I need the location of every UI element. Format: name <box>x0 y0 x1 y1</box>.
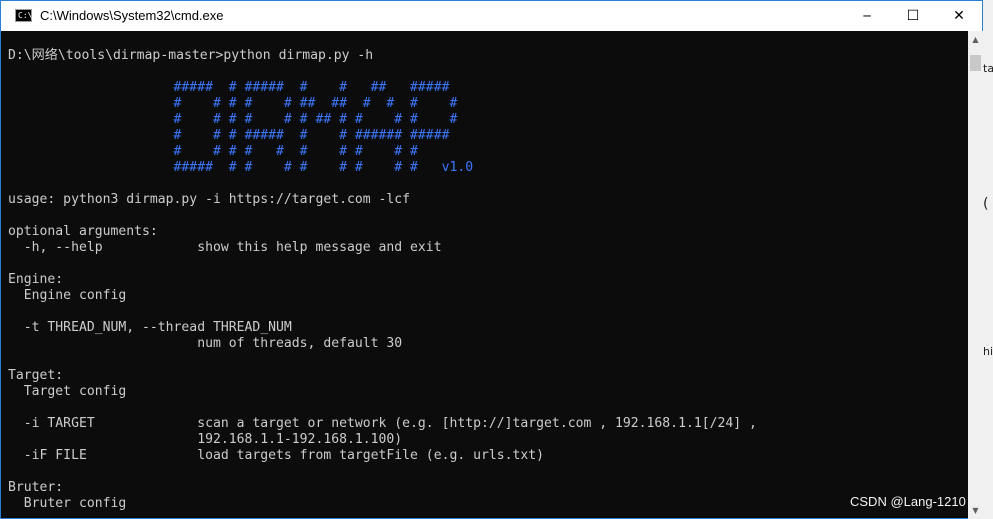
cmd-icon-glyph: C:\ <box>18 11 33 20</box>
banner-line: # # # # # # # # # # <box>8 144 418 159</box>
console-line: Target: <box>8 368 64 383</box>
banner-line: ##### # ##### # # ## ##### <box>8 80 450 95</box>
banner-line: # # # ##### # # ###### ##### <box>8 128 450 143</box>
console-line: Engine: <box>8 272 64 287</box>
vertical-scrollbar[interactable]: ▲ ▼ <box>968 31 983 519</box>
console-line: usage: python3 dirmap.py -i https://targ… <box>8 192 411 207</box>
console-line: Engine config <box>8 288 127 303</box>
csdn-watermark: CSDN @Lang-1210 <box>850 494 966 509</box>
console-output[interactable]: D:\网络\tools\dirmap-master>python dirmap.… <box>8 31 968 519</box>
console-line: -t THREAD_NUM, --thread THREAD_NUM <box>8 320 292 335</box>
background-glyph: ( <box>983 196 989 212</box>
maximize-icon: ☐ <box>906 8 920 24</box>
console-line: Bruter config <box>8 496 127 511</box>
window-title: C:\Windows\System32\cmd.exe <box>40 8 224 23</box>
close-icon: ✕ <box>953 8 965 24</box>
banner-line: # # # # # ## ## # # # # <box>8 96 458 111</box>
console-line: 192.168.1.1-192.168.1.100) <box>8 432 403 447</box>
minimize-icon: ─ <box>863 9 871 23</box>
console-line: Target config <box>8 384 127 399</box>
cmd-window[interactable]: C:\ C:\Windows\System32\cmd.exe ─ ☐ ✕ D:… <box>0 0 983 519</box>
close-button[interactable]: ✕ <box>936 1 982 31</box>
console-line: optional arguments: <box>8 224 158 239</box>
chevron-down-icon: ▼ <box>972 506 979 515</box>
console-line: -h, --help show this help message and ex… <box>8 240 442 255</box>
background-desktop-right: ta ( hi <box>983 0 993 519</box>
console-line: D:\网络\tools\dirmap-master>python dirmap.… <box>8 48 374 63</box>
cmd-app-icon[interactable]: C:\ <box>15 9 32 22</box>
console-line: -i TARGET scan a target or network (e.g.… <box>8 416 757 431</box>
scroll-down-button[interactable]: ▼ <box>968 502 983 519</box>
banner-line: # # # # # # ## # # # # # <box>8 112 458 127</box>
background-glyph: hi <box>983 345 993 358</box>
console-line: num of threads, default 30 <box>8 336 403 351</box>
banner-line: ##### # # # # # # # # v1.0 <box>8 160 474 175</box>
scrollbar-thumb[interactable] <box>970 55 981 71</box>
console-line: -iF FILE load targets from targetFile (e… <box>8 448 545 463</box>
chevron-up-icon: ▲ <box>972 35 979 44</box>
scroll-up-button[interactable]: ▲ <box>968 31 983 48</box>
minimize-button[interactable]: ─ <box>844 1 890 31</box>
background-glyph: ta <box>983 62 993 75</box>
console-line: Bruter: <box>8 480 64 495</box>
title-bar[interactable]: C:\ C:\Windows\System32\cmd.exe ─ ☐ ✕ <box>1 1 982 31</box>
maximize-button[interactable]: ☐ <box>890 1 936 31</box>
